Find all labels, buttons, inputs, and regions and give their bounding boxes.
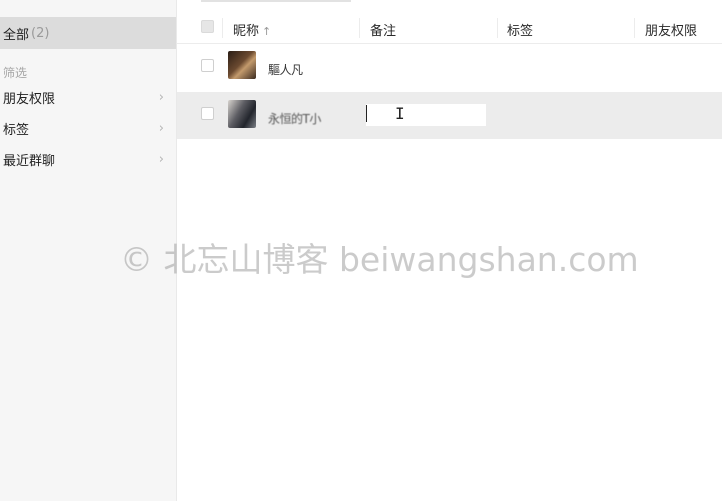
sidebar: 全部 (2) 筛选 朋友权限 › 标签 › 最近群聊 › bbox=[0, 0, 177, 501]
remark-input[interactable] bbox=[366, 104, 486, 126]
sidebar-item-label: 朋友权限 bbox=[3, 91, 56, 107]
sidebar-item-tags[interactable]: 标签 › bbox=[0, 113, 176, 143]
top-divider bbox=[201, 0, 351, 2]
column-header-tags[interactable]: 标签 bbox=[507, 20, 533, 39]
sidebar-item-all-label: 全部 bbox=[3, 27, 30, 43]
sidebar-item-recent-groups[interactable]: 最近群聊 › bbox=[0, 144, 176, 174]
contact-nickname: 永恒的T小 bbox=[268, 112, 321, 126]
sidebar-item-label: 最近群聊 bbox=[3, 153, 56, 169]
column-header-label: 昵称 bbox=[233, 24, 260, 39]
select-all-checkbox[interactable] bbox=[201, 20, 214, 33]
avatar bbox=[228, 100, 256, 128]
avatar bbox=[228, 51, 256, 79]
column-divider bbox=[634, 18, 635, 38]
column-header-remark[interactable]: 备注 bbox=[370, 20, 396, 39]
contact-nickname: 驅人凡 bbox=[268, 63, 303, 77]
table-row[interactable]: 永恒的T小 I bbox=[177, 92, 722, 139]
ibeam-cursor-icon: I bbox=[395, 104, 405, 123]
contacts-table: 昵称 ↑ 备注 标签 朋友权限 驅人凡 永恒的T小 I bbox=[177, 0, 722, 501]
text-caret bbox=[366, 105, 367, 122]
filter-section-title: 筛选 bbox=[3, 66, 28, 80]
sort-ascending-icon: ↑ bbox=[262, 25, 272, 38]
chevron-right-icon: › bbox=[158, 120, 164, 136]
sidebar-item-label: 标签 bbox=[3, 122, 30, 138]
sidebar-item-all-count: (2) bbox=[31, 25, 50, 41]
chevron-right-icon: › bbox=[158, 151, 164, 167]
column-header-nickname[interactable]: 昵称 ↑ bbox=[233, 20, 271, 39]
sidebar-item-friend-permissions[interactable]: 朋友权限 › bbox=[0, 82, 176, 112]
column-header-permissions[interactable]: 朋友权限 bbox=[645, 20, 697, 39]
sidebar-item-all[interactable]: 全部 (2) bbox=[0, 17, 176, 49]
column-divider bbox=[497, 18, 498, 38]
table-header: 昵称 ↑ 备注 标签 朋友权限 bbox=[177, 11, 722, 44]
column-divider bbox=[222, 18, 223, 38]
column-divider bbox=[359, 18, 360, 38]
chevron-right-icon: › bbox=[158, 89, 164, 105]
table-row[interactable]: 驅人凡 bbox=[177, 44, 722, 91]
row-checkbox[interactable] bbox=[201, 59, 214, 72]
row-checkbox[interactable] bbox=[201, 107, 214, 120]
